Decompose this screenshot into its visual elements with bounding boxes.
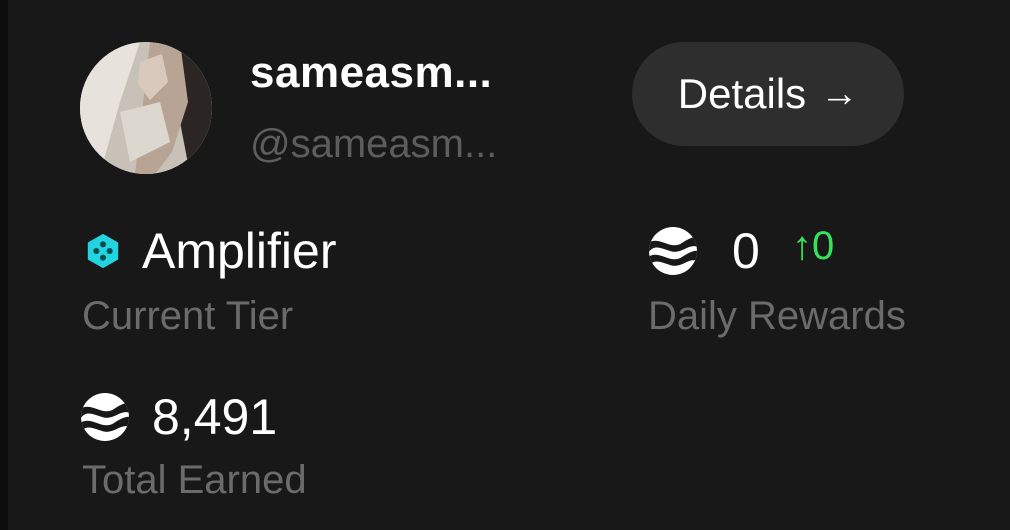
tier-gem-icon bbox=[87, 233, 119, 269]
daily-rewards-value: 0 bbox=[732, 223, 760, 279]
left-edge-strip bbox=[0, 0, 8, 530]
total-earned-label: Total Earned bbox=[82, 458, 307, 502]
username-handle: @sameasm... bbox=[250, 122, 498, 166]
avatar[interactable] bbox=[80, 42, 212, 174]
tier-name: Amplifier bbox=[142, 223, 337, 279]
token-icon bbox=[649, 227, 697, 275]
daily-rewards-label: Daily Rewards bbox=[648, 294, 906, 338]
total-earned-value: 8,491 bbox=[152, 389, 278, 445]
current-tier-label: Current Tier bbox=[82, 294, 294, 338]
daily-rewards-change: ↑0 bbox=[792, 224, 834, 269]
profile-card: sameasm... @sameasm... Details → Amplifi… bbox=[8, 0, 1010, 530]
details-button-label: Details bbox=[677, 70, 807, 117]
arrow-right-icon: → bbox=[820, 73, 859, 115]
daily-rewards-change-value: 0 bbox=[812, 224, 835, 268]
details-button[interactable]: Details → bbox=[632, 42, 904, 146]
up-arrow-icon: ↑ bbox=[792, 224, 812, 268]
display-name: sameasm... bbox=[250, 48, 493, 97]
token-icon bbox=[81, 393, 129, 441]
